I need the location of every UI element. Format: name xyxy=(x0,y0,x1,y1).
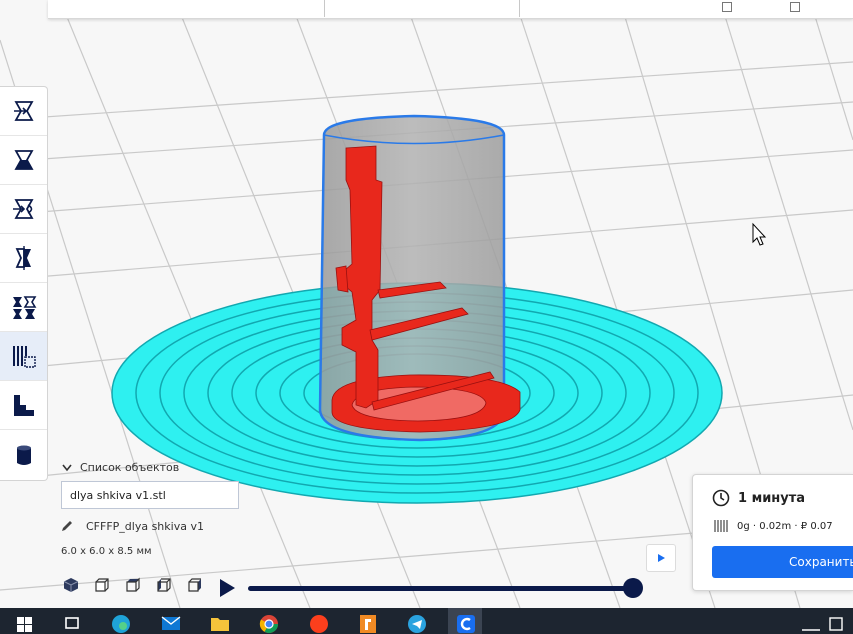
layer-timeline-slider[interactable] xyxy=(248,586,634,591)
left-toolbar xyxy=(0,86,48,481)
print-time-row: 1 минута xyxy=(712,489,805,507)
print-info-panel: 1 минута 0g · 0.02m · ₽ 0.07 Сохранить xyxy=(692,474,853,591)
mirror-tool-button[interactable] xyxy=(0,234,47,283)
pencil-icon[interactable] xyxy=(60,519,74,533)
print-settings-icon[interactable] xyxy=(790,2,800,12)
scale-tool-icon xyxy=(13,150,34,170)
play-simulation-button[interactable] xyxy=(218,578,236,598)
save-button[interactable]: Сохранить xyxy=(712,546,853,578)
profile-name: CFFFP_dlya shkiva v1 xyxy=(86,519,204,533)
cube-front-icon xyxy=(95,578,109,592)
fusion-icon[interactable] xyxy=(357,612,379,634)
chrome-icon[interactable] xyxy=(258,612,280,634)
cylinder-mesh-icon xyxy=(16,445,31,465)
cube-3d-icon xyxy=(63,578,79,592)
edge-icon[interactable] xyxy=(110,612,132,634)
view-right-button[interactable] xyxy=(184,574,206,596)
rotate-tool-icon xyxy=(12,199,34,219)
filament-spool-icon xyxy=(714,520,728,532)
cube-right-icon xyxy=(188,578,201,592)
cube-left-icon xyxy=(157,578,171,592)
telegram-icon[interactable] xyxy=(406,612,428,634)
move-tool-icon xyxy=(13,101,34,121)
yandex-icon[interactable] xyxy=(308,612,330,634)
profile-row: CFFFP_dlya shkiva v1 xyxy=(60,519,204,533)
layer-view-button[interactable] xyxy=(0,381,47,430)
object-name-field[interactable] xyxy=(61,481,239,509)
header-divider xyxy=(324,0,325,17)
move-tool-button[interactable] xyxy=(0,87,47,136)
task-view-icon[interactable] xyxy=(61,612,83,634)
per-model-settings-button[interactable] xyxy=(0,283,47,332)
print-material-row: 0g · 0.02m · ₽ 0.07 xyxy=(713,518,833,534)
cube-top-icon xyxy=(126,577,140,592)
mirror-tool-icon xyxy=(15,246,31,270)
view-3d-button[interactable] xyxy=(60,574,82,596)
top-header-bar xyxy=(48,0,853,19)
view-front-button[interactable] xyxy=(91,574,113,596)
clock-icon xyxy=(712,489,730,507)
cura-icon[interactable] xyxy=(455,612,477,634)
notification-icon[interactable] xyxy=(826,614,848,634)
windows-taskbar xyxy=(0,608,853,634)
collapse-panel-button[interactable] xyxy=(646,544,676,572)
play-arrow-icon xyxy=(658,554,665,562)
support-blocker-icon xyxy=(12,346,36,368)
layer-view-icon xyxy=(13,395,34,416)
view-top-button[interactable] xyxy=(122,574,144,596)
layer-timeline-handle[interactable] xyxy=(623,578,643,598)
rotate-tool-button[interactable] xyxy=(0,185,47,234)
cylinder-mesh-button[interactable] xyxy=(0,430,47,479)
material-icon[interactable] xyxy=(722,2,732,12)
chevron-down-icon xyxy=(62,464,72,471)
scale-tool-button[interactable] xyxy=(0,136,47,185)
view-left-button[interactable] xyxy=(153,574,175,596)
support-blocker-button[interactable] xyxy=(0,332,47,381)
per-model-settings-icon xyxy=(12,296,36,319)
print-time: 1 минута xyxy=(738,490,806,506)
mouse-cursor xyxy=(752,222,767,246)
explorer-icon[interactable] xyxy=(209,612,231,634)
start-icon[interactable] xyxy=(14,612,36,634)
camera-view-buttons xyxy=(60,574,206,596)
header-divider xyxy=(519,0,520,17)
show-desktop-icon[interactable] xyxy=(800,614,822,634)
object-list-title: Список объектов xyxy=(80,461,180,474)
print-material-info: 0g · 0.02m · ₽ 0.07 xyxy=(737,520,833,532)
object-dimensions: 6.0 x 6.0 x 8.5 мм xyxy=(61,546,152,557)
object-list-toggle[interactable]: Список объектов xyxy=(62,461,179,474)
mail-icon[interactable] xyxy=(160,612,182,634)
